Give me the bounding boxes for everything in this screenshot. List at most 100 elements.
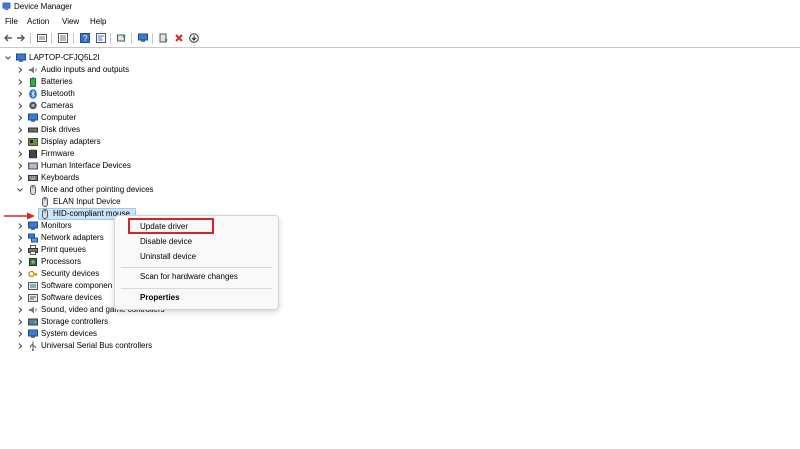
keyboard-icon [28,175,38,181]
back-icon[interactable] [2,32,14,44]
chevron-right-icon[interactable] [16,101,24,111]
chevron-right-icon[interactable] [16,233,24,243]
software-component-icon [28,282,38,290]
toolbar-separator [73,33,74,44]
tree-item-label: Display adapters [41,137,101,146]
tree-item-label: Universal Serial Bus controllers [41,341,153,350]
tree-item-label: Monitors [41,221,72,230]
tree-item-computer[interactable]: Computer [0,112,300,124]
chevron-right-icon[interactable] [16,89,24,99]
tree-item-hid[interactable]: Human Interface Devices [0,160,300,172]
chevron-right-icon[interactable] [16,281,24,291]
firmware-chip-icon [29,149,37,159]
tree-item-label: Print queues [41,245,86,254]
tree-item-system-devices[interactable]: System devices [0,328,300,340]
toolbar: ? [0,30,800,48]
tree-item-cameras[interactable]: Cameras [0,100,300,112]
chevron-right-icon[interactable] [16,305,24,315]
tree-item-label: Batteries [41,77,73,86]
chevron-right-icon[interactable] [16,113,24,123]
toolbar-separator [51,33,52,44]
toolbar-separator [30,33,31,44]
forward-icon[interactable] [15,32,27,44]
tree-item-display-adapters[interactable]: Display adapters [0,136,300,148]
chevron-right-icon[interactable] [16,221,24,231]
tree-item-bluetooth[interactable]: Bluetooth [0,88,300,100]
camera-icon [29,101,37,110]
menu-action[interactable]: Action [27,17,49,26]
device-manager-app-icon [2,2,11,11]
tree-item-disk-drives[interactable]: Disk drives [0,124,300,136]
svg-text:?: ? [83,34,88,43]
tree-item-label: Network adapters [41,233,104,242]
tree-item-storage-controllers[interactable]: Storage controllers [0,316,300,328]
chevron-right-icon[interactable] [16,245,24,255]
security-key-icon [28,270,38,278]
tree-item-label: Bluetooth [41,89,75,98]
tree-root[interactable]: LAPTOP-CFJQ5L2I [0,52,300,64]
tree-item-elan-input-device[interactable]: ELAN Input Device [0,196,300,208]
chevron-right-icon[interactable] [16,257,24,267]
monitor-icon[interactable] [137,32,149,44]
download-icon[interactable] [188,32,200,44]
menu-help[interactable]: Help [90,17,106,26]
tree-item-label: Software componen [41,281,113,290]
properties-view-icon[interactable] [36,32,48,44]
printer-icon [28,245,38,255]
menu-item-disable-device[interactable]: Disable device [140,237,192,246]
list-view-icon[interactable] [57,32,69,44]
tree-item-mice[interactable]: Mice and other pointing devices [0,184,300,196]
tree-item-label: Human Interface Devices [41,161,131,170]
chevron-right-icon[interactable] [16,329,24,339]
network-icon [28,233,38,243]
menu-item-uninstall-device[interactable]: Uninstall device [140,252,196,261]
title-bar: Device Manager [0,0,800,15]
chevron-right-icon[interactable] [16,65,24,75]
menu-file[interactable]: File [5,17,18,26]
tree-item-batteries[interactable]: Batteries [0,76,300,88]
chevron-right-icon[interactable] [16,269,24,279]
tree-item-firmware[interactable]: Firmware [0,148,300,160]
menu-bar: File Action View Help [0,15,800,29]
uninstall-icon[interactable] [173,32,185,44]
storage-controller-icon [28,318,38,326]
tree-item-keyboards[interactable]: Keyboards [0,172,300,184]
menu-item-properties[interactable]: Properties [140,293,180,302]
mouse-icon [30,185,36,195]
toolbar-separator [131,33,132,44]
show-hidden-icon[interactable] [95,32,107,44]
menu-view[interactable]: View [62,17,79,26]
chevron-down-icon[interactable] [4,53,12,63]
display-adapter-icon [28,138,38,146]
chevron-right-icon[interactable] [16,161,24,171]
chevron-right-icon[interactable] [16,77,24,87]
speaker-icon [29,66,37,74]
tree-item-label: ELAN Input Device [53,197,121,206]
chevron-right-icon[interactable] [16,341,24,351]
menu-item-scan-hardware[interactable]: Scan for hardware changes [140,272,238,281]
tree-item-label: Firmware [41,149,75,158]
monitor-icon [28,221,38,230]
chevron-right-icon[interactable] [16,293,24,303]
system-device-icon [28,329,38,338]
toolbar-separator [110,33,111,44]
chevron-right-icon[interactable] [16,125,24,135]
help-icon[interactable]: ? [79,32,91,44]
chevron-down-icon[interactable] [16,185,24,195]
mouse-icon [42,209,48,219]
bluetooth-icon [29,89,37,99]
tree-item-usb-controllers[interactable]: Universal Serial Bus controllers [0,340,300,352]
red-arrow-annotation [4,212,35,220]
chevron-right-icon[interactable] [16,137,24,147]
chevron-right-icon[interactable] [16,317,24,327]
tree-item-audio[interactable]: Audio inputs and outputs [0,64,300,76]
tree-item-label: System devices [41,329,98,338]
chevron-right-icon[interactable] [16,173,24,183]
refresh-icon[interactable] [116,32,128,44]
update-driver-icon[interactable] [158,32,170,44]
mouse-icon [42,197,48,207]
speaker-icon [29,306,37,314]
chevron-right-icon[interactable] [16,149,24,159]
menu-separator [121,288,272,289]
processor-icon [29,258,37,266]
